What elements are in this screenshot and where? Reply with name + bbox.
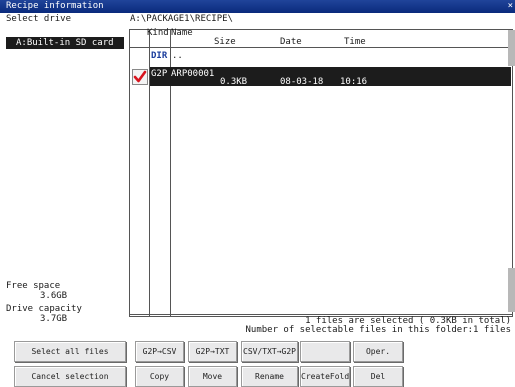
file-row-arp00001[interactable]: G2P ARP00001 0.3KB 08-03-18 10:16 [150, 67, 511, 87]
drive-list-item-sd-card[interactable]: A:Built-in SD card [6, 37, 124, 49]
column-header-size: Size [214, 37, 236, 47]
file-kind: G2P [151, 69, 168, 79]
column-header-name: Name [171, 28, 193, 38]
csvtxt-to-g2p-button[interactable]: CSV/TXT→G2P [241, 341, 298, 362]
close-icon[interactable]: × [508, 1, 513, 11]
file-size: 0.3KB [220, 77, 248, 87]
drive-capacity-value: 3.7GB [40, 314, 68, 324]
g2p-to-csv-button[interactable]: G2P→CSV [135, 341, 184, 362]
column-header-kind: Kind [147, 28, 169, 38]
current-path: A:\PACKAGE1\RECIPE\ [130, 14, 233, 24]
file-name: ARP00001 [171, 69, 215, 79]
blank-button[interactable] [300, 341, 350, 362]
select-drive-label: Select drive [6, 14, 72, 24]
delete-button[interactable]: Del [353, 366, 403, 387]
file-select-checkbox[interactable] [132, 69, 148, 85]
operation-button[interactable]: Oper. [353, 341, 403, 362]
column-header-time: Time [344, 37, 366, 47]
select-all-files-button[interactable]: Select all files [14, 341, 126, 362]
rename-button[interactable]: Rename [241, 366, 298, 387]
free-space-label: Free space [6, 281, 61, 291]
selectable-files-count: Number of selectable files in this folde… [245, 325, 511, 335]
dir-kind-tag: DIR [151, 51, 168, 61]
scroll-up-button[interactable] [508, 30, 515, 66]
cancel-selection-button[interactable]: Cancel selection [14, 366, 126, 387]
file-date: 08-03-18 [280, 77, 324, 87]
copy-button[interactable]: Copy [135, 366, 184, 387]
title-bar: Recipe information × [0, 0, 515, 13]
g2p-to-txt-button[interactable]: G2P→TXT [188, 341, 237, 362]
scroll-down-button[interactable] [508, 268, 515, 312]
status-area: 1 files are selected ( 0.3KB in total) N… [129, 314, 513, 337]
window-title: Recipe information [6, 1, 104, 11]
free-space-value: 3.6GB [40, 291, 68, 301]
column-header-date: Date [280, 37, 302, 47]
check-icon [133, 70, 147, 83]
drive-capacity-label: Drive capacity [6, 304, 82, 314]
parent-folder-name[interactable]: .. [172, 51, 183, 61]
move-button[interactable]: Move [188, 366, 237, 387]
create-folder-button[interactable]: CreateFolder [300, 366, 350, 387]
file-time: 10:16 [340, 77, 368, 87]
